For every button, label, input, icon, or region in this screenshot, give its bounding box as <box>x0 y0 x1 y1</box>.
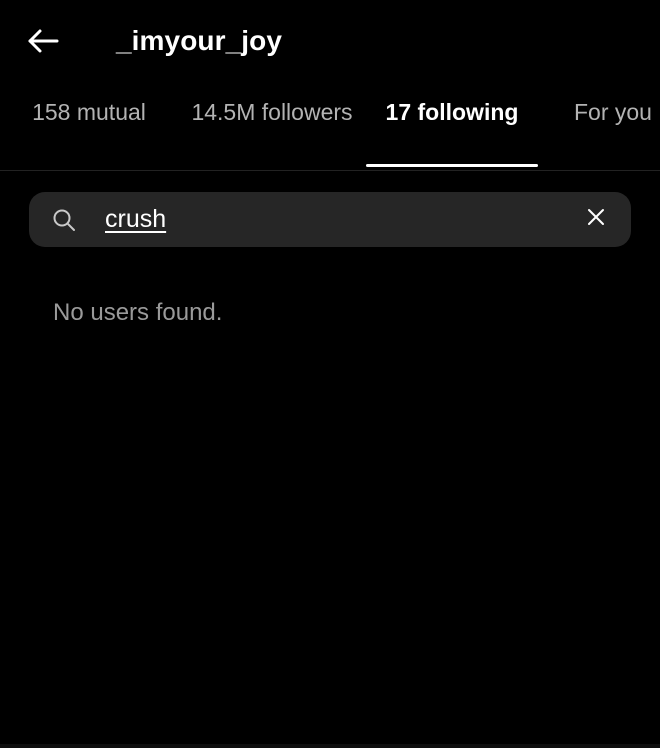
search-icon <box>51 207 77 233</box>
header-bar: _imyour_joy <box>0 0 660 82</box>
empty-state-message: No users found. <box>53 299 223 326</box>
tab-following-underline <box>366 164 538 167</box>
tab-for-you-underline <box>538 164 660 167</box>
bottom-edge-strip <box>0 744 660 748</box>
results-area: No users found. <box>0 247 660 328</box>
page-title: _imyour_joy <box>116 25 283 56</box>
tab-followers-underline <box>178 164 366 167</box>
close-icon <box>584 205 608 234</box>
tab-followers[interactable]: 14.5M followers <box>178 98 366 170</box>
tab-bar: 158 mutual 14.5M followers 17 following … <box>0 82 660 170</box>
search-area: crush <box>0 170 660 247</box>
tab-for-you-label: For you <box>574 99 652 125</box>
tab-mutual-underline <box>0 164 178 167</box>
search-input[interactable]: crush <box>105 206 166 233</box>
back-button[interactable] <box>12 10 74 72</box>
tab-for-you[interactable]: For you <box>538 98 660 170</box>
clear-search-button[interactable] <box>579 203 613 237</box>
tab-bar-divider <box>0 170 660 171</box>
tab-following[interactable]: 17 following <box>366 98 538 170</box>
search-field[interactable]: crush <box>29 192 631 247</box>
back-arrow-icon <box>23 26 63 56</box>
tab-followers-label: 14.5M followers <box>191 99 353 125</box>
tab-mutual[interactable]: 158 mutual <box>0 98 178 170</box>
tab-following-label: 17 following <box>385 99 519 125</box>
search-input-wrapper[interactable]: crush <box>105 206 579 234</box>
tab-mutual-label: 158 mutual <box>32 99 146 125</box>
